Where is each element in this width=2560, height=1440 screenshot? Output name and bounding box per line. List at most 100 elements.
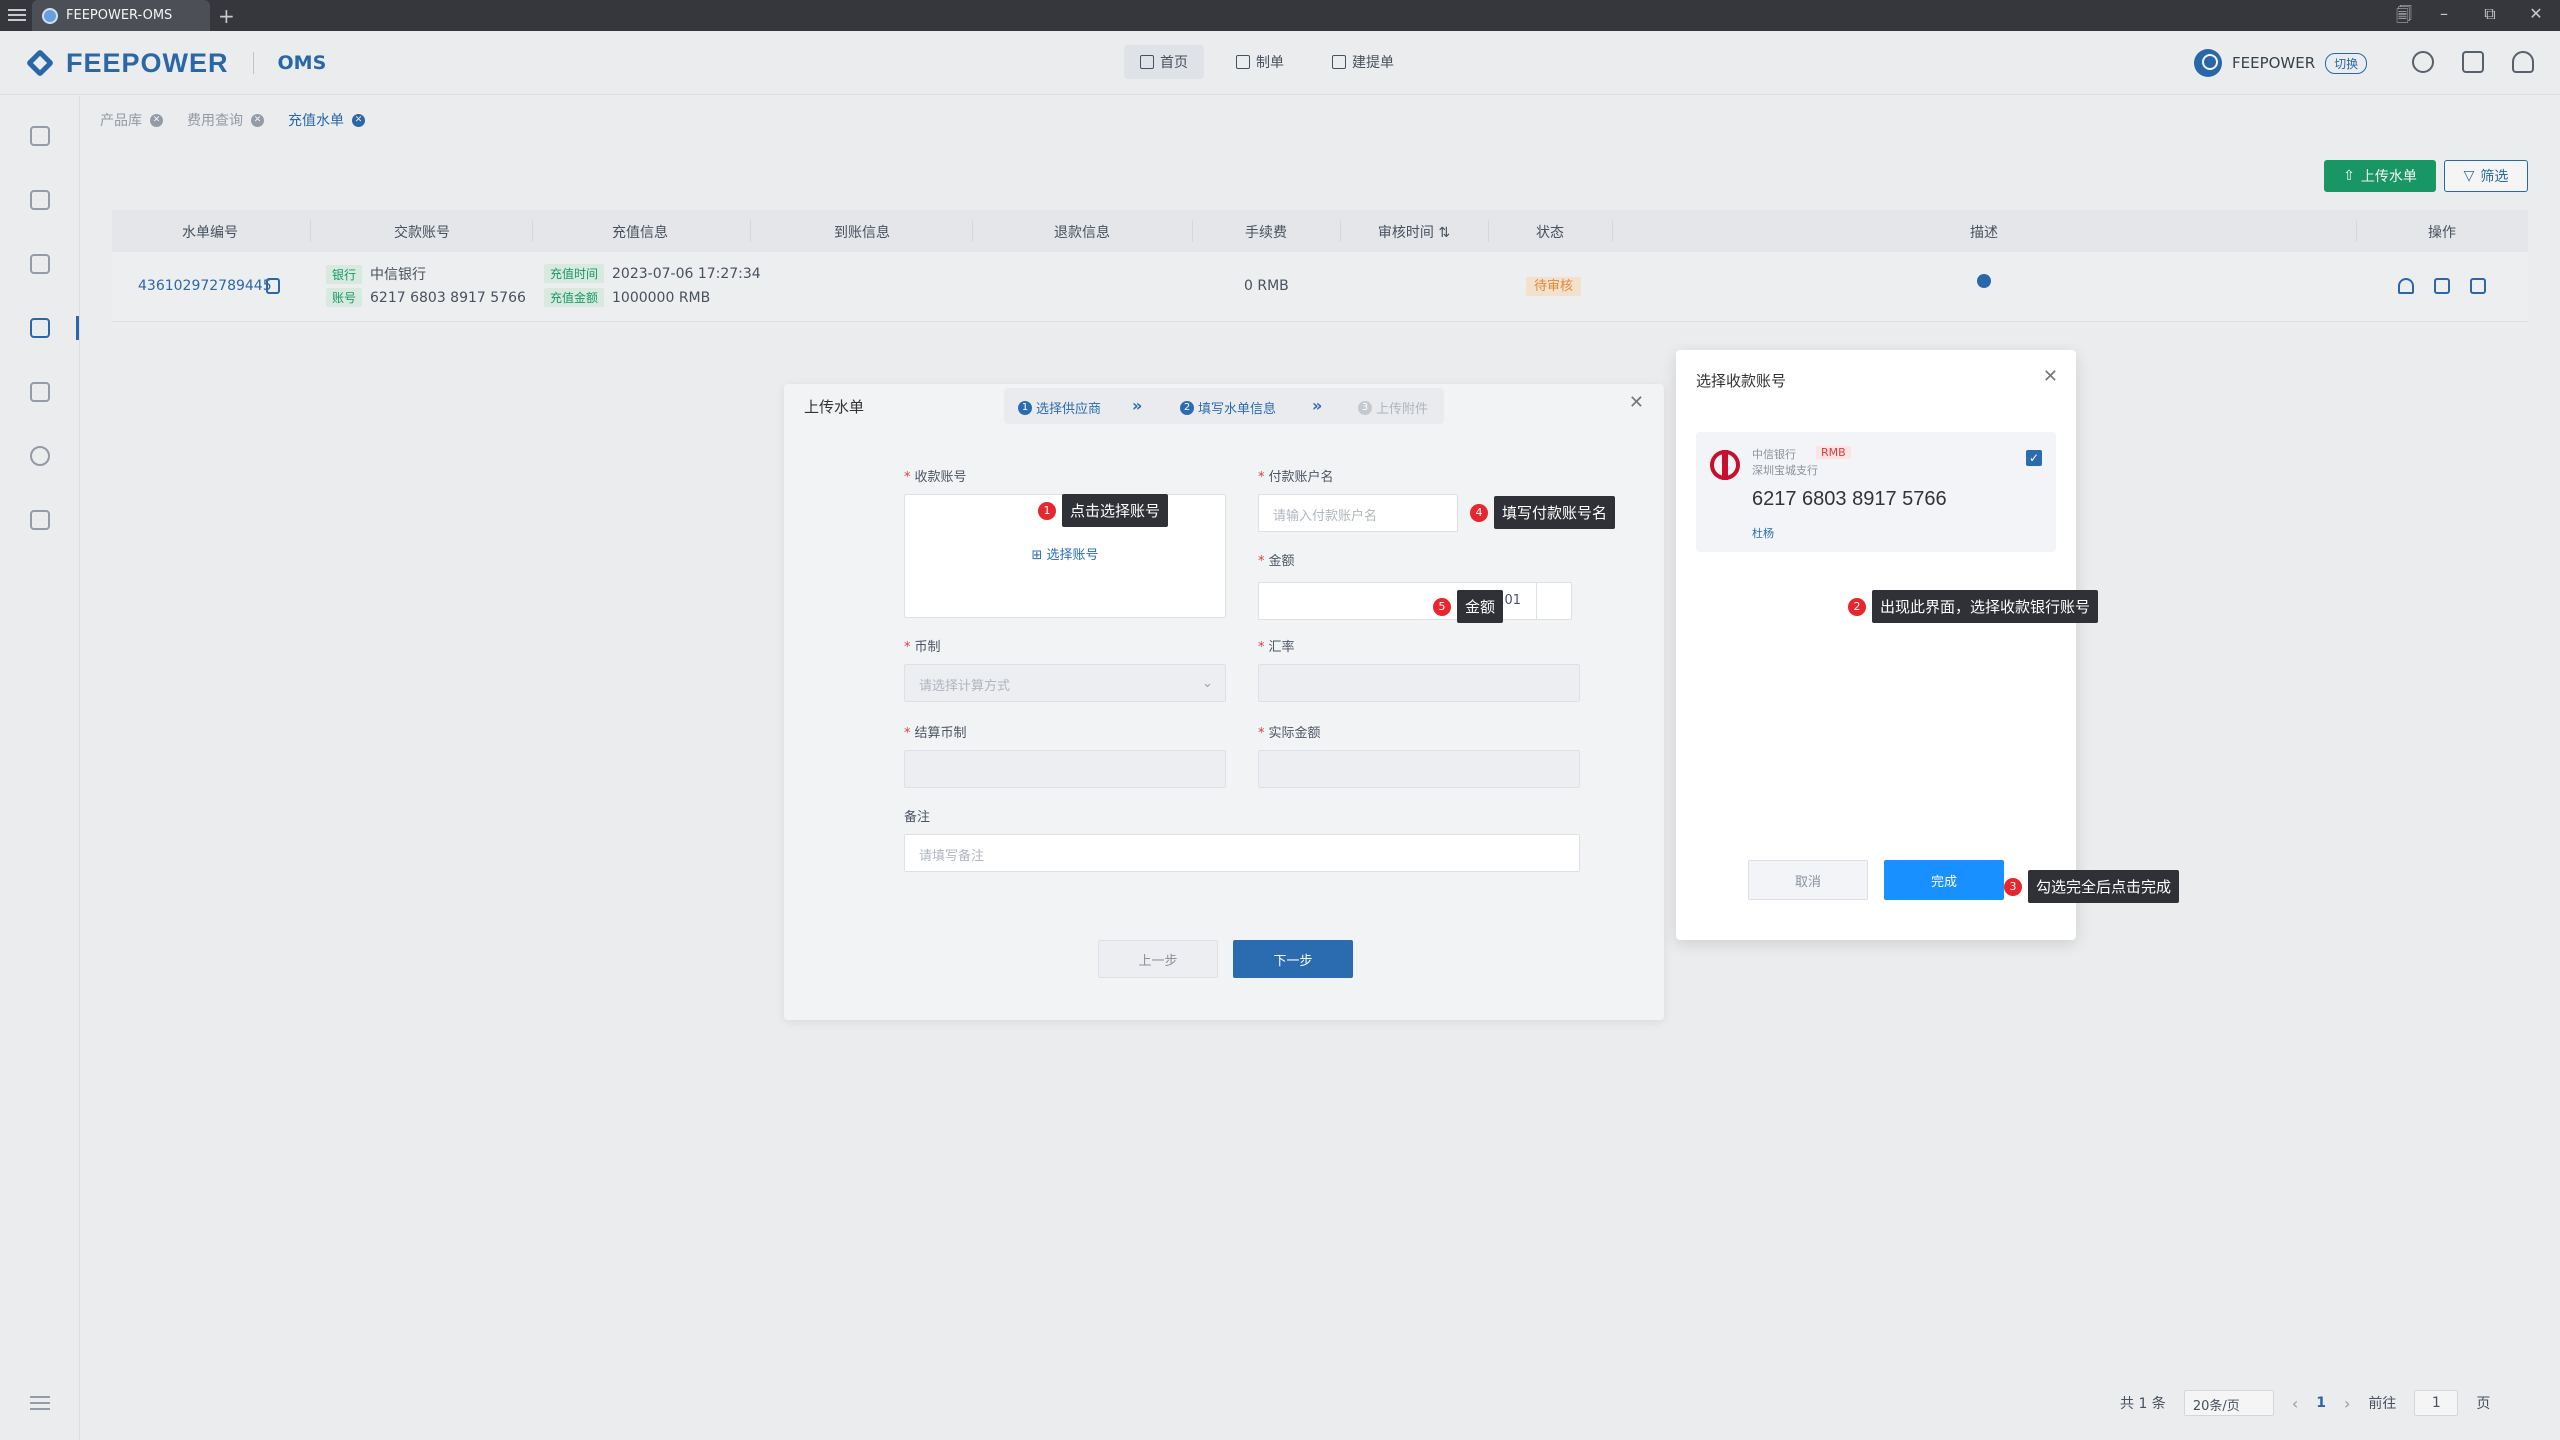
- sidebar-active-indicator: [76, 316, 79, 340]
- total-count: 共 1 条: [2120, 1396, 2166, 1412]
- next-page-icon[interactable]: ›: [2344, 1394, 2350, 1413]
- collapse-sidebar-icon[interactable]: [30, 1392, 50, 1410]
- window-close-button[interactable]: ✕: [2524, 4, 2548, 23]
- report-icon[interactable]: [30, 382, 50, 402]
- grid-icon: [1140, 55, 1154, 69]
- account-checkbox[interactable]: ✓: [2026, 450, 2042, 466]
- switch-account-button[interactable]: 切换: [2325, 52, 2368, 74]
- col-arrival-info: 到账信息: [834, 225, 890, 241]
- col-pay-account: 交款账号: [394, 225, 450, 241]
- amount-stepper[interactable]: [1536, 582, 1572, 620]
- close-icon[interactable]: ✕: [352, 113, 365, 127]
- bell-icon[interactable]: [2398, 278, 2414, 294]
- citic-bank-logo-icon: [1710, 450, 1740, 480]
- nav-create-order-label: 制单: [1256, 55, 1284, 71]
- callout-number: 2: [1848, 597, 1866, 616]
- amount-label: * 金额: [1258, 554, 1295, 569]
- rate-input[interactable]: [1258, 664, 1580, 702]
- current-page[interactable]: 1: [2316, 1395, 2326, 1411]
- settle-currency-input[interactable]: [904, 750, 1226, 788]
- message-icon[interactable]: [2412, 51, 2434, 73]
- callout-4: 4 填写付款账号名: [1470, 496, 1616, 529]
- goto-page-input[interactable]: 1: [2414, 1390, 2459, 1416]
- delete-icon[interactable]: [2470, 278, 2486, 294]
- hamburger-menu-icon[interactable]: [6, 6, 28, 24]
- column-divider: [1488, 220, 1489, 242]
- col-review-time[interactable]: 审核时间 ⇅: [1378, 222, 1450, 242]
- status-cell: 待审核: [1526, 275, 1582, 296]
- upload-slip-dialog: 上传水单 ✕ 1 选择供应商 » 2 填写水单信息 » 3 上传附件 * 收款账号…: [784, 384, 1664, 1020]
- doc-icon: [1332, 55, 1346, 69]
- receipt-icon[interactable]: [266, 278, 280, 294]
- bank-account-card[interactable]: 中信银行 RMB 深圳宝城支行 6217 6803 8917 5766 杜杨 ✓: [1696, 432, 2056, 552]
- cancel-button[interactable]: 取消: [1748, 860, 1868, 900]
- recharge-time-line: 充值时间 2023-07-06 17:27:34: [544, 264, 761, 283]
- calendar-icon[interactable]: [2462, 51, 2484, 73]
- payer-name-input[interactable]: 请输入付款账户名: [1258, 494, 1458, 532]
- column-divider: [750, 220, 751, 242]
- close-icon[interactable]: ✕: [2043, 366, 2058, 387]
- actual-amount-input[interactable]: [1258, 750, 1580, 788]
- pagination: 共 1 条 20条/页 ‹ 1 › 前往 1 页: [2120, 1390, 2490, 1416]
- callout-2: 2 出现此界面，选择收款银行账号: [1848, 590, 2099, 623]
- list-icon[interactable]: [30, 254, 50, 274]
- close-icon[interactable]: ✕: [251, 113, 264, 127]
- settle-currency-label: * 结算币制: [904, 726, 967, 741]
- amount-input[interactable]: 0.01: [1258, 582, 1572, 620]
- tab-fee-query[interactable]: 费用查询 ✕: [187, 110, 264, 130]
- next-step-button[interactable]: 下一步: [1233, 940, 1353, 978]
- filter-icon: ▽: [2463, 168, 2475, 184]
- recharge-amount-tag: 充值金额: [544, 288, 605, 307]
- tab-product-library[interactable]: 产品库 ✕: [100, 110, 163, 130]
- brand[interactable]: FEEPOWER OMS: [24, 47, 326, 79]
- step-upload-attachment[interactable]: 3 上传附件: [1358, 398, 1428, 417]
- user-menu[interactable]: FEEPOWER 切换: [2194, 49, 2368, 77]
- document-icon[interactable]: [30, 190, 50, 210]
- upload-slip-button[interactable]: ⇧ 上传水单: [2324, 160, 2436, 192]
- page-size-select[interactable]: 20条/页: [2183, 1390, 2274, 1416]
- monitor-icon[interactable]: [30, 510, 50, 530]
- double-chevron-icon: »: [1312, 396, 1323, 415]
- settings-icon[interactable]: [30, 446, 50, 466]
- step-number: 1: [1018, 400, 1032, 415]
- browser-tab[interactable]: FEEPOWER-OMS: [32, 0, 210, 31]
- window-pin-button[interactable]: 🗐: [2392, 4, 2416, 31]
- finance-icon[interactable]: [30, 318, 50, 338]
- select-account-button[interactable]: ⊞ 选择账号: [904, 544, 1226, 563]
- window-maximize-button[interactable]: ⧉: [2478, 4, 2502, 24]
- slip-id-link[interactable]: 436102972789445: [138, 278, 272, 294]
- column-divider: [310, 220, 311, 242]
- more-info-icon[interactable]: [1977, 274, 1991, 288]
- close-icon[interactable]: ✕: [150, 113, 163, 127]
- remark-input[interactable]: 请填写备注: [904, 834, 1580, 872]
- nav-create-order[interactable]: 制单: [1220, 45, 1300, 79]
- currency-badge: RMB: [1816, 446, 1851, 459]
- recharge-time-tag: 充值时间: [544, 264, 605, 283]
- nav-home[interactable]: 首页: [1124, 45, 1204, 79]
- profile-icon[interactable]: [2512, 51, 2534, 73]
- close-icon[interactable]: ✕: [1629, 392, 1644, 413]
- account-number: 6217 6803 8917 5766: [1752, 488, 1947, 510]
- prev-step-button[interactable]: 上一步: [1098, 940, 1218, 978]
- nav-home-label: 首页: [1160, 55, 1188, 71]
- currency-select[interactable]: 请选择计算方式: [904, 664, 1226, 702]
- step-select-supplier[interactable]: 1 选择供应商: [1018, 398, 1101, 417]
- recharge-amount: 1000000 RMB: [612, 290, 711, 306]
- upload-slip-label: 上传水单: [2360, 169, 2417, 185]
- new-tab-button[interactable]: +: [218, 4, 235, 28]
- select-account-dialog: 选择收款账号 ✕ 中信银行 RMB 深圳宝城支行 6217 6803 8917 …: [1676, 350, 2076, 940]
- nav-create-bill[interactable]: 建提单: [1316, 45, 1410, 79]
- step-fill-slip-info[interactable]: 2 填写水单信息: [1180, 398, 1276, 417]
- step-label: 上传附件: [1376, 402, 1429, 417]
- callout-number: 1: [1038, 501, 1056, 520]
- edit-icon[interactable]: [2434, 278, 2450, 294]
- tab-recharge-slip[interactable]: 充值水单 ✕: [288, 110, 365, 130]
- brand-name: FEEPOWER: [66, 47, 229, 78]
- prev-page-icon[interactable]: ‹: [2292, 1394, 2298, 1413]
- window-minimize-button[interactable]: –: [2432, 4, 2456, 23]
- home-icon[interactable]: [30, 126, 50, 146]
- avatar: [2194, 49, 2222, 77]
- done-button[interactable]: 完成: [1884, 860, 2004, 900]
- filter-button[interactable]: ▽ 筛选: [2444, 160, 2528, 192]
- column-divider: [1340, 220, 1341, 242]
